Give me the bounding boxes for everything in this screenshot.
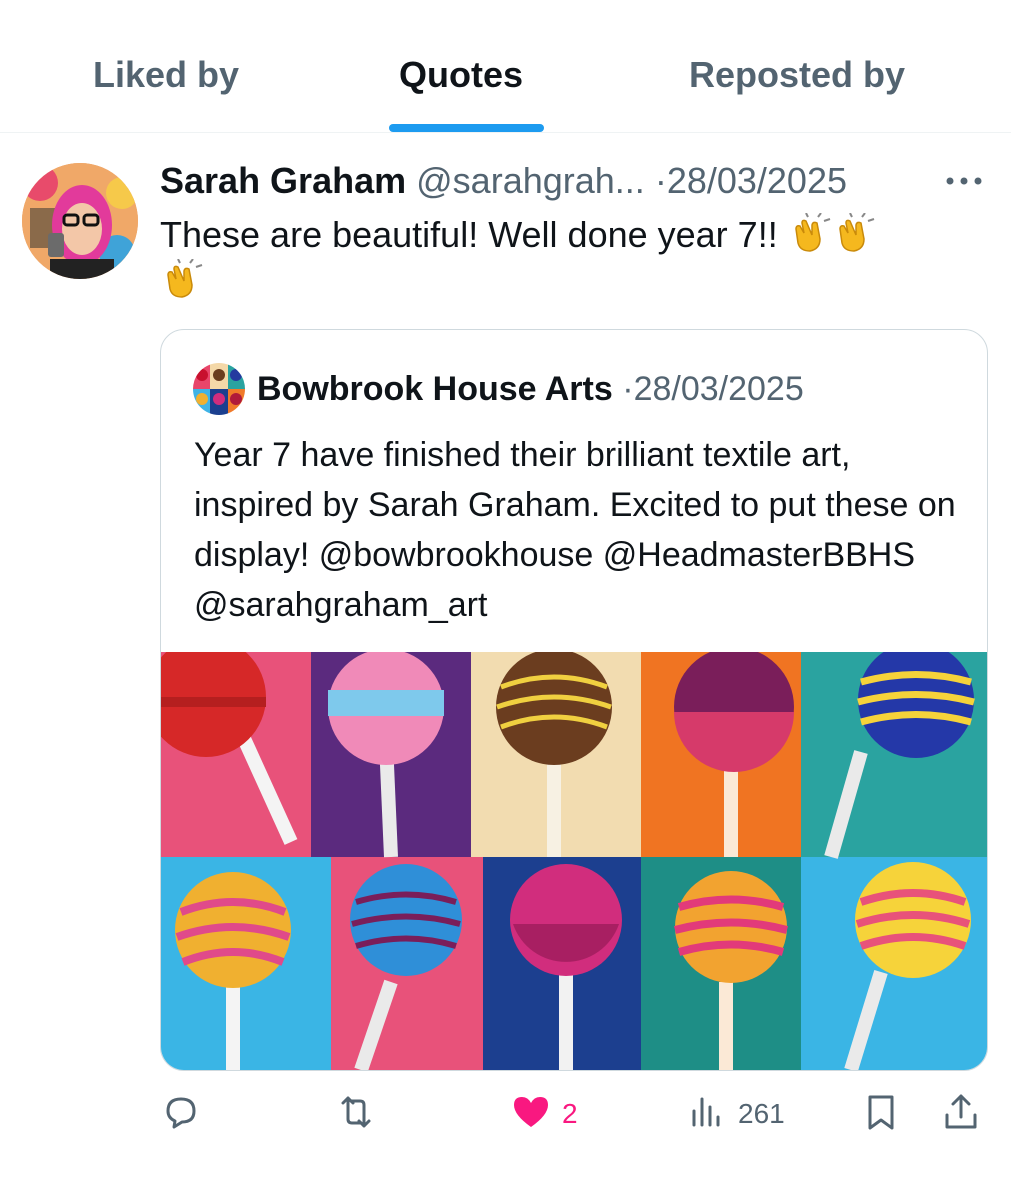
quoted-post-card[interactable]: Bowbrook House Arts ·28/03/2025 Year 7 h… — [160, 329, 988, 1071]
reply-button[interactable] — [160, 1094, 202, 1134]
heart-filled-icon — [510, 1091, 552, 1138]
clapping-hands-icon — [160, 258, 204, 299]
views-button[interactable]: 261 — [686, 1094, 785, 1134]
post-date[interactable]: 28/03/2025 — [667, 160, 847, 201]
author-handle[interactable]: @sarahgrah... — [416, 160, 645, 201]
avatar[interactable] — [22, 163, 138, 279]
like-button[interactable]: 2 — [510, 1094, 578, 1134]
lollipop-artwork-image[interactable] — [161, 637, 987, 1070]
action-bar: 2 261 — [0, 1080, 1011, 1160]
views-icon — [686, 1091, 728, 1138]
repost-button[interactable] — [335, 1094, 377, 1134]
meta-separator: · — [622, 370, 634, 408]
quoted-post-header: Bowbrook House Arts ·28/03/2025 — [257, 370, 804, 409]
post-body: These are beautiful! Well done year 7!! — [160, 214, 778, 255]
meta-separator: · — [654, 160, 667, 201]
post-header: Sarah Graham @sarahgrah... ·28/03/2025 — [160, 160, 847, 202]
quoted-author-name[interactable]: Bowbrook House Arts — [257, 370, 613, 408]
repost-icon — [335, 1091, 377, 1138]
clapping-hands-icon — [832, 212, 876, 253]
clapping-hands-icon — [788, 212, 832, 253]
share-button[interactable] — [940, 1094, 982, 1134]
bookmark-button[interactable] — [860, 1094, 902, 1134]
tab-bar: Liked by Quotes Reposted by — [0, 0, 1011, 133]
quoted-post-text: Year 7 have finished their brilliant tex… — [194, 436, 956, 624]
reply-icon — [160, 1091, 202, 1138]
author-name[interactable]: Sarah Graham — [160, 160, 406, 201]
bookmark-icon — [860, 1091, 902, 1138]
tab-reposted-by[interactable]: Reposted by — [689, 54, 905, 96]
quoted-author-avatar[interactable] — [193, 363, 245, 415]
more-options-icon[interactable] — [942, 172, 986, 190]
tab-liked-by[interactable]: Liked by — [93, 54, 239, 96]
quoted-post-date[interactable]: 28/03/2025 — [634, 370, 804, 408]
share-icon — [940, 1091, 982, 1138]
tab-quotes[interactable]: Quotes — [399, 54, 523, 96]
like-count: 2 — [562, 1098, 578, 1129]
active-tab-indicator — [389, 124, 544, 132]
views-count: 261 — [738, 1098, 785, 1129]
post-text: These are beautiful! Well done year 7!! — [160, 212, 960, 304]
